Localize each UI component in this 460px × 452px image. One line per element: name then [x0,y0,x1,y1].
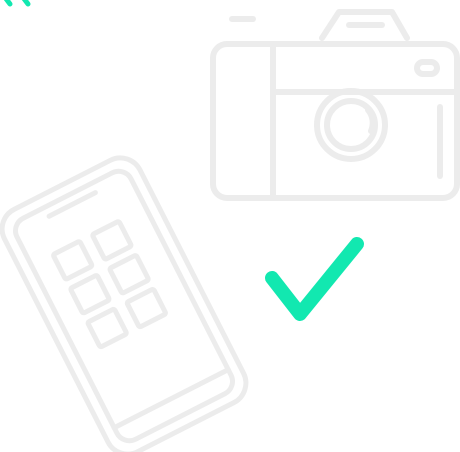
illustration [0,0,460,452]
camera-icon [210,9,460,201]
corner-accent-mark [3,0,31,7]
checkmark-icon [265,237,364,321]
